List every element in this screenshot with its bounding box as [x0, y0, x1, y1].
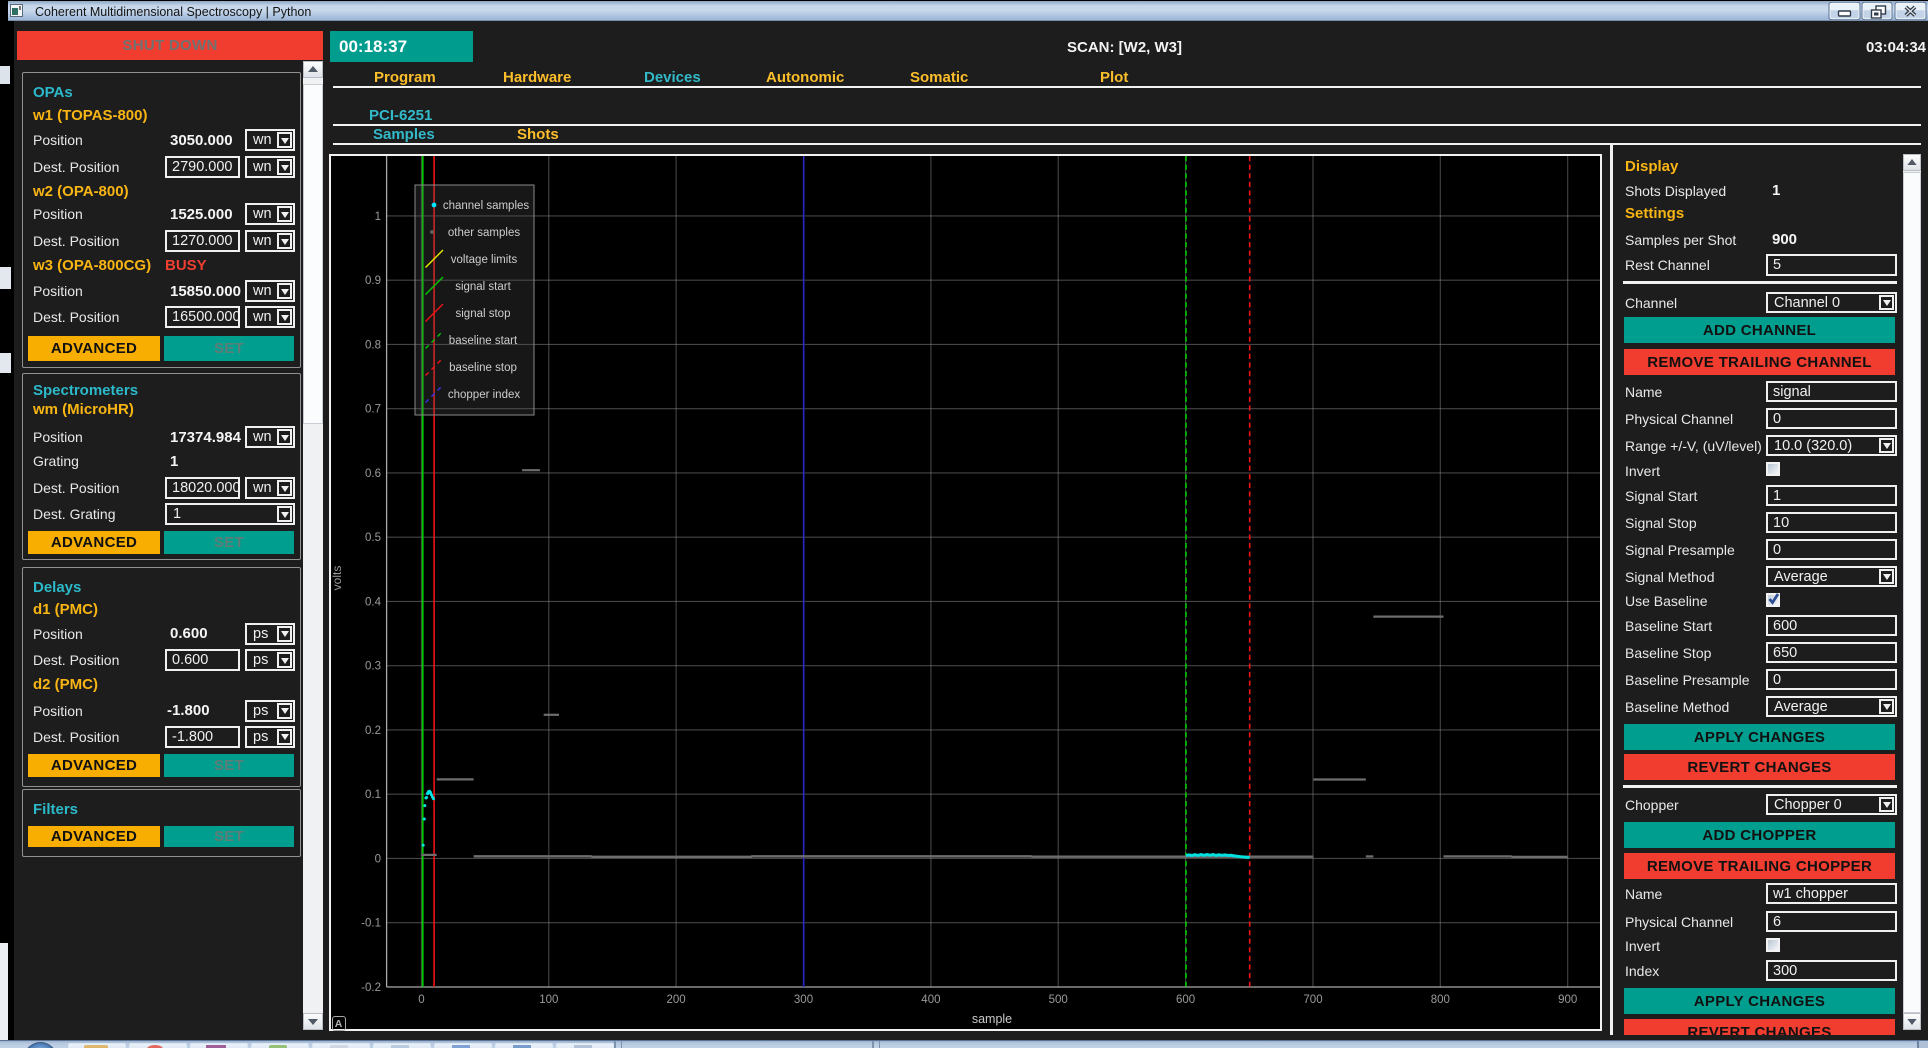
- svg-text:baseline stop: baseline stop: [449, 362, 517, 374]
- svg-text:0.8: 0.8: [365, 339, 381, 351]
- svg-text:0: 0: [375, 853, 381, 865]
- svg-text:-0.1: -0.1: [361, 918, 381, 930]
- svg-text:100: 100: [539, 994, 558, 1006]
- svg-text:0: 0: [418, 994, 424, 1006]
- svg-text:0.1: 0.1: [365, 789, 381, 801]
- svg-text:0.2: 0.2: [365, 725, 381, 737]
- svg-text:400: 400: [921, 994, 940, 1006]
- svg-text:-0.2: -0.2: [361, 982, 381, 994]
- svg-text:0.6: 0.6: [365, 468, 381, 480]
- svg-text:300: 300: [794, 994, 813, 1006]
- svg-text:0.4: 0.4: [365, 596, 382, 608]
- svg-text:200: 200: [667, 994, 686, 1006]
- svg-text:0.7: 0.7: [365, 404, 381, 416]
- svg-text:channel samples: channel samples: [443, 200, 530, 212]
- svg-text:other samples: other samples: [448, 227, 520, 239]
- svg-text:voltage limits: voltage limits: [451, 254, 518, 266]
- svg-text:0.3: 0.3: [365, 661, 381, 673]
- svg-text:800: 800: [1431, 994, 1450, 1006]
- svg-text:1: 1: [375, 211, 381, 223]
- svg-text:chopper index: chopper index: [448, 389, 520, 401]
- svg-text:volts: volts: [331, 566, 344, 591]
- svg-text:signal start: signal start: [455, 281, 511, 293]
- svg-text:signal stop: signal stop: [456, 308, 511, 320]
- svg-text:700: 700: [1303, 994, 1322, 1006]
- svg-text:baseline start: baseline start: [449, 335, 518, 347]
- svg-text:0.9: 0.9: [365, 275, 381, 287]
- svg-text:0.5: 0.5: [365, 532, 381, 544]
- svg-text:500: 500: [1049, 994, 1068, 1006]
- svg-text:sample: sample: [972, 1012, 1012, 1026]
- svg-text:600: 600: [1176, 994, 1195, 1006]
- svg-text:900: 900: [1558, 994, 1577, 1006]
